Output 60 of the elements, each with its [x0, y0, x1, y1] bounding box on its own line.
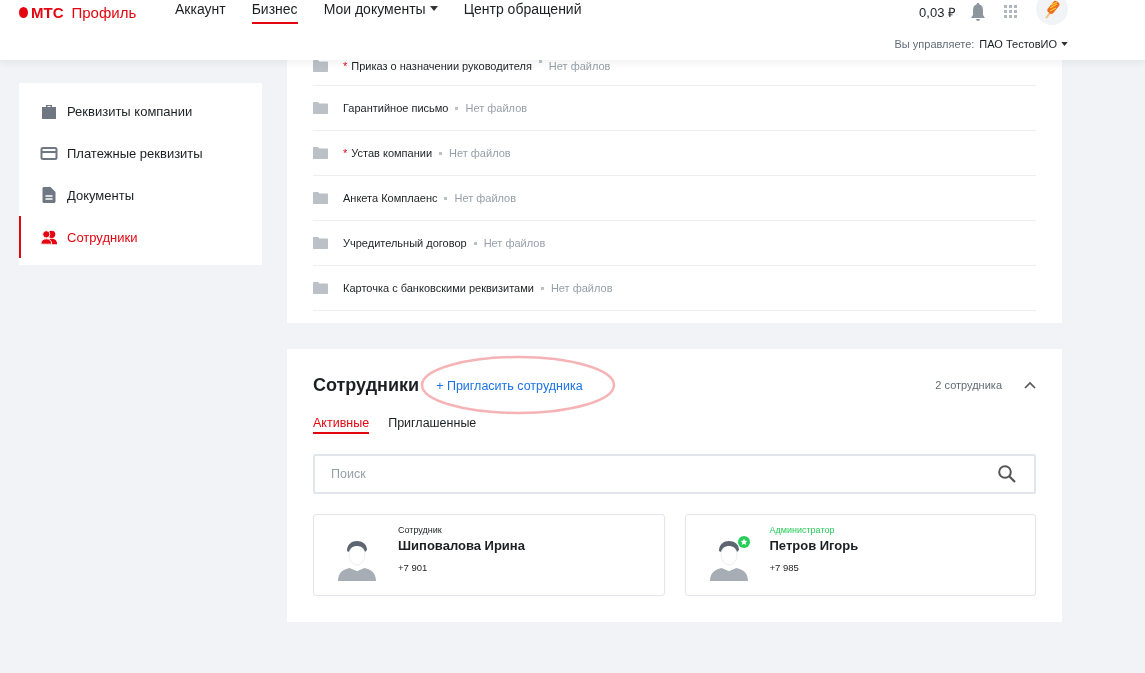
- nav-tab[interactable]: Центр обращений: [463, 0, 582, 24]
- folder-icon[interactable]: [313, 192, 328, 204]
- phone-number: +7 901: [398, 562, 429, 573]
- section-title: Сотрудники: [313, 374, 420, 396]
- required-mark: *: [343, 60, 348, 72]
- document-name[interactable]: Устав компании: [351, 147, 433, 159]
- document-name[interactable]: Гарантийное письмо: [343, 102, 449, 114]
- apps-grid-icon[interactable]: [1004, 5, 1018, 19]
- filter-tab[interactable]: Приглашенные: [388, 416, 477, 434]
- folder-icon[interactable]: [313, 147, 328, 159]
- bell-icon[interactable]: [970, 3, 986, 21]
- document-status: Нет файлов: [465, 102, 528, 114]
- role-label: Сотрудник: [398, 525, 443, 535]
- document-name[interactable]: Карточка с банковскими реквизитами: [343, 282, 534, 294]
- logo[interactable]: МТС Профиль: [19, 3, 175, 21]
- manage-label: Вы управляете:: [894, 38, 975, 50]
- folder-icon[interactable]: [313, 102, 328, 114]
- invite-link[interactable]: + Пригласить сотрудника: [436, 379, 583, 393]
- filter-tab[interactable]: Активные: [313, 416, 370, 434]
- egg-logo-icon: [19, 6, 28, 18]
- folder-icon[interactable]: [313, 237, 328, 249]
- employee-name: Петров Игорь: [769, 538, 859, 553]
- nav-tab[interactable]: Мои документы: [323, 0, 438, 24]
- document-status: Нет файлов: [449, 147, 511, 159]
- credit-card-icon: [40, 146, 58, 160]
- balance: 0,03 ₽: [919, 4, 956, 21]
- required-mark: *: [343, 147, 348, 159]
- sidebar-item[interactable]: Сотрудники: [19, 216, 262, 258]
- nav-tab[interactable]: Бизнес: [251, 0, 298, 24]
- employee-name: Шиповалова Ирина: [398, 538, 525, 553]
- briefcase-icon: [40, 103, 58, 119]
- popsicle-icon: [1043, 0, 1061, 19]
- sidebar-item[interactable]: Документы: [19, 174, 262, 216]
- folder-icon[interactable]: [313, 60, 328, 72]
- logo-text: МТС: [31, 3, 64, 21]
- document-icon: [40, 187, 58, 203]
- document-status: Нет файлов: [548, 60, 611, 72]
- employee-count: 2 сотрудника: [935, 379, 1002, 391]
- document-status: Нет файлов: [550, 282, 613, 294]
- search-icon[interactable]: [998, 465, 1016, 483]
- company-selector[interactable]: ПАО ТестовИО: [979, 38, 1068, 50]
- caret-icon: [1061, 42, 1068, 46]
- document-status: Нет файлов: [454, 192, 517, 204]
- document-name[interactable]: Приказ о назначении руководителя: [351, 60, 532, 72]
- avatar[interactable]: [1036, 0, 1068, 25]
- document-name[interactable]: Учредительный договор: [343, 237, 467, 249]
- search-field[interactable]: Поиск: [313, 454, 1036, 494]
- folder-icon[interactable]: [313, 282, 328, 294]
- employee-card[interactable]: Сотрудник Шиповалова Ирина +7 901: [313, 514, 665, 596]
- nav-tab[interactable]: Аккаунт: [175, 0, 226, 24]
- role-label: Администратор: [769, 525, 836, 535]
- chevron-icon[interactable]: [1024, 381, 1036, 389]
- sidebar-item[interactable]: Платежные реквизиты: [19, 132, 262, 174]
- sidebar-item[interactable]: Реквизиты компании: [19, 90, 262, 132]
- people-icon: [40, 229, 58, 245]
- document-status: Нет файлов: [483, 237, 546, 249]
- phone-number: +7 985: [769, 562, 800, 573]
- product-name: Профиль: [71, 3, 137, 21]
- document-name[interactable]: Анкета Комплаенс: [343, 192, 438, 204]
- employee-card[interactable]: Администратор Петров Игорь +7 985: [684, 514, 1036, 596]
